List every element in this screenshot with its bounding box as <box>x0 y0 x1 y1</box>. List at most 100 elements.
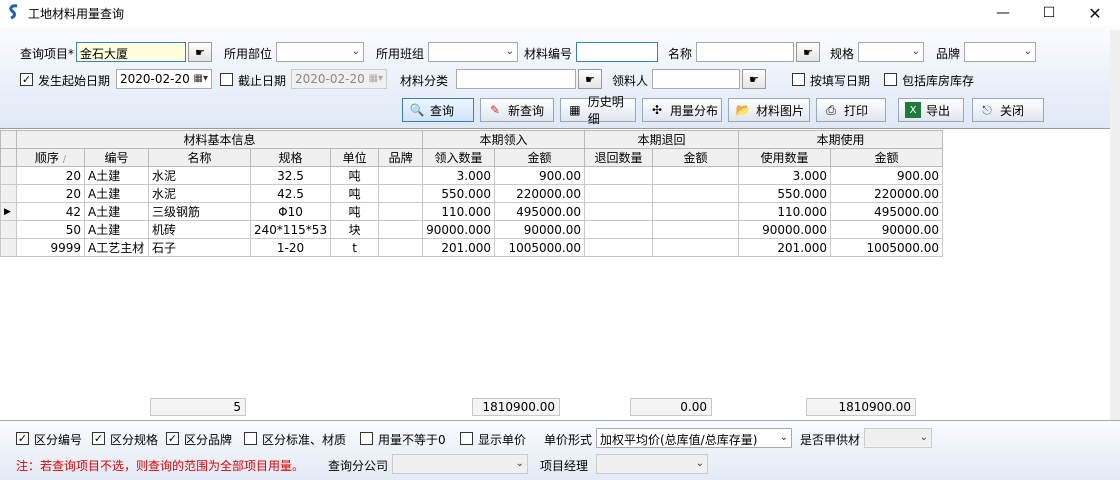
history-button[interactable]: ▦ 历史明细 <box>560 95 636 126</box>
print-button[interactable]: ⎙ 打印 <box>816 98 886 122</box>
table-cell[interactable]: A工艺主材 <box>84 238 149 257</box>
table-row[interactable]: 9999 A工艺主材 石子 1-20 t 201.000 1005000.00 201.000… <box>0 238 943 257</box>
col-header-spec[interactable]: 规格 <box>249 148 332 167</box>
start-date-picker[interactable]: 2020-02-20 ▦▾ <box>116 69 212 89</box>
close-button[interactable]: ⎋ 关闭 <box>972 98 1044 122</box>
table-row[interactable]: 20 A土建 水泥 42.5 吨 550.000 220000.00 550.000 22000… <box>0 184 943 203</box>
table-cell[interactable]: 42 <box>16 202 85 221</box>
category-input[interactable] <box>456 69 576 89</box>
table-cell[interactable] <box>583 238 653 257</box>
manager-select[interactable]: ⌄ <box>596 454 708 474</box>
end-date-picker[interactable]: 2020-02-20 ▦▾ <box>291 69 387 89</box>
dept-select[interactable]: ⌄ <box>276 42 364 62</box>
table-cell[interactable]: 900.00 <box>493 166 585 185</box>
table-row[interactable]: 50 A土建 机砖 240*115*53 块 90000.000 90000.00 90000… <box>0 220 943 239</box>
table-cell[interactable] <box>651 238 739 257</box>
table-cell[interactable]: 石子 <box>148 238 251 257</box>
table-cell[interactable] <box>651 166 739 185</box>
table-cell[interactable] <box>378 184 424 203</box>
table-cell[interactable]: A土建 <box>84 166 149 185</box>
table-cell[interactable] <box>583 220 653 239</box>
table-cell[interactable] <box>583 166 653 185</box>
table-cell[interactable] <box>378 202 424 221</box>
table-cell[interactable]: 3.000 <box>737 166 831 185</box>
by-brand-checkbox[interactable]: ✓ <box>166 432 179 445</box>
export-button[interactable]: X 导出 <box>898 98 964 122</box>
not-equal-zero-checkbox[interactable] <box>360 432 373 445</box>
by-standard-checkbox[interactable] <box>244 432 257 445</box>
table-row[interactable]: ▶ 42 A土建 三级钢筋 Φ10 吨 110.000 495000.00 110.000 495… <box>0 202 943 221</box>
spec-select[interactable]: ⌄ <box>858 42 924 62</box>
table-cell[interactable]: 50 <box>16 220 85 239</box>
by-spec-checkbox[interactable]: ✓ <box>92 432 105 445</box>
table-cell[interactable]: 20 <box>16 184 85 203</box>
col-header-code[interactable]: 编号 <box>84 148 149 167</box>
right-scrollbar[interactable] <box>1110 30 1120 420</box>
table-cell[interactable]: Φ10 <box>249 202 332 221</box>
include-warehouse-checkbox[interactable] <box>884 73 897 86</box>
table-cell[interactable]: A土建 <box>84 220 149 239</box>
end-date-checkbox[interactable] <box>220 73 233 86</box>
distribution-button[interactable]: ✣ 用量分布 <box>642 98 722 122</box>
table-cell[interactable] <box>583 184 653 203</box>
maximize-button[interactable]: ☐ <box>1026 0 1072 26</box>
row-indicator[interactable] <box>0 166 17 185</box>
table-cell[interactable] <box>378 238 424 257</box>
table-cell[interactable]: 吨 <box>330 184 380 203</box>
table-cell[interactable]: 201.000 <box>737 238 831 257</box>
table-cell[interactable] <box>651 202 739 221</box>
row-indicator[interactable] <box>0 238 17 257</box>
table-cell[interactable]: 机砖 <box>148 220 251 239</box>
query-button[interactable]: 🔍 查询 <box>402 98 474 122</box>
material-code-input[interactable] <box>576 42 658 62</box>
table-cell[interactable] <box>378 166 424 185</box>
table-cell[interactable]: 3.000 <box>422 166 495 185</box>
table-cell[interactable]: 1-20 <box>249 238 332 257</box>
table-cell[interactable]: 220000.00 <box>829 184 943 203</box>
project-input[interactable]: 金石大厦 <box>76 42 186 62</box>
receiver-input[interactable] <box>652 69 740 89</box>
by-fill-date-checkbox[interactable] <box>792 73 805 86</box>
table-cell[interactable]: 1005000.00 <box>493 238 585 257</box>
receiver-pick-button[interactable]: ☛ <box>742 69 766 89</box>
table-cell[interactable]: 110.000 <box>422 202 495 221</box>
table-cell[interactable]: A土建 <box>84 202 149 221</box>
table-cell[interactable]: 水泥 <box>148 166 251 185</box>
table-cell[interactable]: 240*115*53 <box>249 220 332 239</box>
table-cell[interactable]: 110.000 <box>737 202 831 221</box>
table-cell[interactable]: 900.00 <box>829 166 943 185</box>
table-cell[interactable]: 20 <box>16 166 85 185</box>
table-row[interactable]: 20 A土建 水泥 32.5 吨 3.000 900.00 3.000 900.00 <box>0 166 943 185</box>
table-cell[interactable]: 90000.00 <box>829 220 943 239</box>
col-header-brand[interactable]: 品牌 <box>378 148 424 167</box>
table-cell[interactable] <box>651 184 739 203</box>
col-header-unit[interactable]: 单位 <box>330 148 380 167</box>
table-cell[interactable]: 块 <box>330 220 380 239</box>
table-cell[interactable]: 495000.00 <box>493 202 585 221</box>
branch-select[interactable]: ⌄ <box>392 454 528 474</box>
table-cell[interactable]: A土建 <box>84 184 149 203</box>
col-header-name[interactable]: 名称 <box>148 148 251 167</box>
by-code-checkbox[interactable]: ✓ <box>16 432 29 445</box>
table-cell[interactable]: 42.5 <box>249 184 332 203</box>
table-cell[interactable]: 550.000 <box>422 184 495 203</box>
table-cell[interactable]: 吨 <box>330 202 380 221</box>
table-cell[interactable]: t <box>330 238 380 257</box>
table-cell[interactable]: 水泥 <box>148 184 251 203</box>
row-indicator[interactable] <box>0 184 17 203</box>
col-header-in-qty[interactable]: 领入数量 <box>422 148 495 167</box>
table-cell[interactable]: 495000.00 <box>829 202 943 221</box>
pictures-button[interactable]: 📂 材料图片 <box>728 98 810 122</box>
table-cell[interactable]: 220000.00 <box>493 184 585 203</box>
table-cell[interactable] <box>651 220 739 239</box>
project-pick-button[interactable]: ☛ <box>188 42 212 62</box>
close-window-button[interactable]: ✕ <box>1072 0 1118 26</box>
owner-supply-select[interactable]: ⌄ <box>864 428 932 448</box>
table-cell[interactable]: 201.000 <box>422 238 495 257</box>
table-cell[interactable]: 吨 <box>330 166 380 185</box>
col-header-use-amount[interactable]: 金额 <box>829 148 943 167</box>
table-cell[interactable]: 三级钢筋 <box>148 202 251 221</box>
table-cell[interactable]: 90000.000 <box>737 220 831 239</box>
table-cell[interactable] <box>378 220 424 239</box>
name-pick-button[interactable]: ☛ <box>796 42 820 62</box>
